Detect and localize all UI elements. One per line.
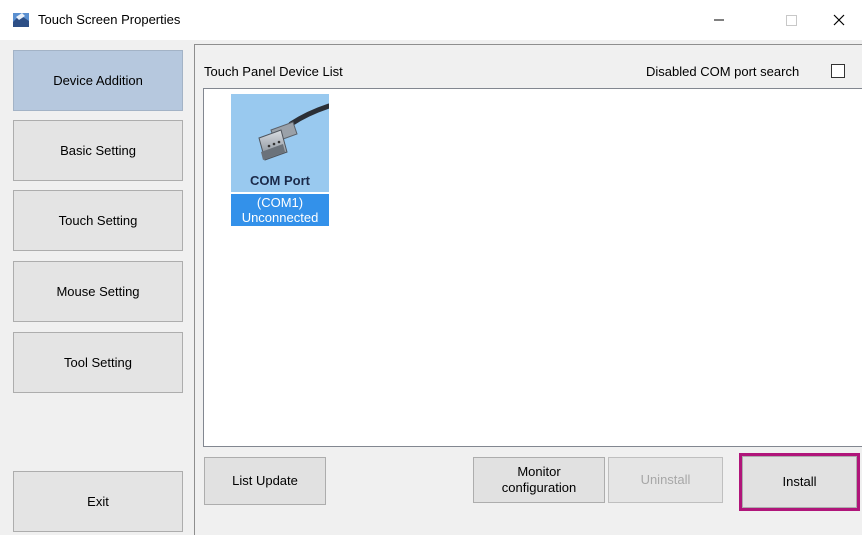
title-bar: Touch Screen Properties bbox=[0, 0, 862, 40]
close-icon bbox=[833, 14, 845, 26]
nav-tool-setting[interactable]: Tool Setting bbox=[13, 332, 183, 393]
nav-mouse-setting[interactable]: Mouse Setting bbox=[13, 261, 183, 322]
maximize-icon bbox=[785, 14, 797, 26]
nav-label: Device Addition bbox=[53, 73, 143, 88]
exit-label: Exit bbox=[87, 494, 109, 509]
nav-basic-setting[interactable]: Basic Setting bbox=[13, 120, 183, 181]
install-highlight-box bbox=[739, 453, 860, 511]
monitor-configuration-button[interactable]: Monitor configuration bbox=[473, 457, 605, 503]
uninstall-label: Uninstall bbox=[640, 472, 691, 487]
nav-label: Basic Setting bbox=[60, 143, 136, 158]
device-status: Unconnected bbox=[241, 210, 319, 225]
close-button[interactable] bbox=[816, 0, 862, 40]
device-name: COM Port bbox=[250, 173, 310, 188]
device-item-com1[interactable]: COM Port (COM1) Unconnected bbox=[231, 94, 329, 226]
device-port: (COM1) bbox=[256, 195, 304, 210]
window-title: Touch Screen Properties bbox=[38, 12, 181, 27]
maximize-button[interactable] bbox=[768, 0, 814, 40]
nav-label: Touch Setting bbox=[58, 213, 138, 228]
minimize-icon bbox=[714, 19, 724, 21]
nav-touch-setting[interactable]: Touch Setting bbox=[13, 190, 183, 251]
app-icon bbox=[13, 13, 29, 27]
nav-device-addition[interactable]: Device Addition bbox=[13, 50, 183, 111]
exit-button[interactable]: Exit bbox=[13, 471, 183, 532]
device-caption: (COM1) Unconnected bbox=[231, 194, 329, 226]
device-thumbnail: COM Port bbox=[231, 94, 329, 192]
uninstall-button[interactable]: Uninstall bbox=[608, 457, 723, 503]
minimize-button[interactable] bbox=[696, 0, 742, 40]
monitor-configuration-label: Monitor configuration bbox=[501, 464, 577, 495]
com-search-checkbox[interactable] bbox=[831, 64, 845, 78]
nav-label: Tool Setting bbox=[64, 355, 132, 370]
com-search-label: Disabled COM port search bbox=[646, 64, 800, 79]
list-update-label: List Update bbox=[232, 473, 298, 488]
nav-label: Mouse Setting bbox=[56, 284, 140, 299]
device-list-label: Touch Panel Device List bbox=[204, 64, 343, 79]
list-update-button[interactable]: List Update bbox=[204, 457, 326, 505]
